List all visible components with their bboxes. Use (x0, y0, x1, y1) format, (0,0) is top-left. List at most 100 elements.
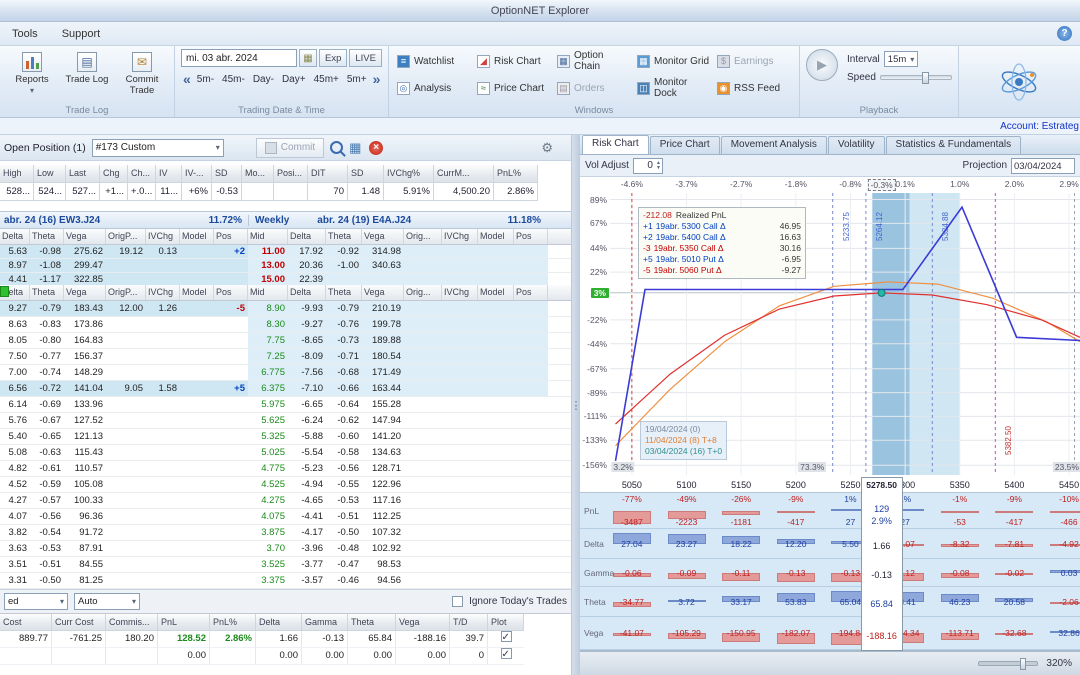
option-row[interactable]: 4.52 -0.59 105.08 4.525 -4.94 -0.55 122.… (0, 477, 571, 493)
analysis-toggle[interactable]: ◎ Analysis (395, 76, 473, 100)
column-header[interactable]: Model (478, 229, 514, 244)
trade-log-button[interactable]: ▤ Trade Log (61, 49, 113, 88)
close-position-icon[interactable]: × (369, 140, 384, 155)
tab-volatility[interactable]: Volatility (827, 136, 885, 154)
option-row[interactable]: 6.56 -0.72 141.04 9.05 1.58 +5 6.375 -7.… (0, 381, 571, 397)
layout-grid-icon[interactable]: ▦ (349, 140, 363, 155)
position-selector[interactable]: #173 Custom ▾ (91, 138, 224, 157)
column-header[interactable]: Delta (0, 229, 30, 244)
monitor-grid-toggle[interactable]: ▦ Monitor Grid (635, 49, 713, 73)
ignore-todays-trades-checkbox[interactable] (452, 596, 464, 607)
column-header[interactable]: Mid (248, 285, 288, 300)
column-header[interactable]: Orig... (404, 229, 442, 244)
option-row[interactable]: 3.82 -0.54 91.72 3.875 -4.17 -0.50 107.3… (0, 525, 571, 541)
column-header[interactable]: Pos (214, 229, 248, 244)
zoom-slider[interactable] (978, 658, 1039, 670)
column-header[interactable]: IVChg (146, 285, 180, 300)
spinner-arrows-icon[interactable]: ▲ ▼ (655, 160, 662, 171)
column-header[interactable]: Delta (288, 229, 326, 244)
column-header[interactable]: Delta (288, 285, 326, 300)
option-row[interactable]: 5.08 -0.63 115.43 5.025 -5.54 -0.58 134.… (0, 445, 571, 461)
search-icon[interactable] (330, 141, 344, 154)
live-button[interactable]: LIVE (349, 49, 382, 67)
column-header[interactable]: Vega (64, 285, 106, 300)
interval-select[interactable]: 15m ▾ (883, 51, 919, 67)
time-nav-button[interactable]: Day+ (282, 74, 306, 85)
column-header[interactable]: IVChg (442, 229, 478, 244)
gear-icon[interactable]: ⚙ (541, 140, 553, 156)
price-chart-toggle[interactable]: ≈ Price Chart (475, 76, 553, 100)
menu-tools[interactable]: Tools (8, 26, 42, 42)
column-header[interactable]: Theta (326, 229, 362, 244)
view-mode-select[interactable]: ed ▾ (4, 593, 68, 610)
time-nav-button[interactable]: 5m+ (347, 74, 367, 85)
time-nav-button[interactable]: 45m- (222, 74, 245, 85)
speed-slider-thumb[interactable] (921, 72, 929, 84)
column-header[interactable]: Vega (64, 229, 106, 244)
option-row[interactable]: 5.40 -0.65 121.13 5.325 -5.88 -0.60 141.… (0, 429, 571, 445)
option-row[interactable]: 3.31 -0.50 81.25 3.375 -3.57 -0.46 94.56 (0, 573, 571, 589)
time-nav-button[interactable]: 5m- (197, 74, 214, 85)
tab-risk-chart[interactable]: Risk Chart (582, 135, 649, 154)
option-row[interactable]: 4.41 -1.17 322.85 15.00 22.39 (0, 273, 571, 285)
speed-slider[interactable] (879, 72, 952, 84)
column-header[interactable]: Vega (362, 229, 404, 244)
option-row[interactable]: 8.97 -1.08 299.47 13.00 20.36 -1.00 340.… (0, 259, 571, 273)
option-row[interactable]: 4.07 -0.56 96.36 4.075 -4.41 -0.51 112.2… (0, 509, 571, 525)
pricing-mode-select[interactable]: Auto ▾ (74, 593, 140, 610)
menu-support[interactable]: Support (58, 26, 105, 42)
reports-button[interactable]: Reports ▾ (6, 49, 58, 99)
column-header[interactable]: Pos (214, 285, 248, 300)
nav-forward-icon[interactable]: » (373, 71, 381, 87)
column-header[interactable]: Vega (362, 285, 404, 300)
column-header[interactable]: IVChg (442, 285, 478, 300)
plot-checkbox[interactable] (500, 648, 512, 663)
column-header[interactable]: Pos (514, 285, 548, 300)
option-chain-toggle[interactable]: ▦ Option Chain (555, 49, 633, 73)
tab-movement-analysis[interactable]: Movement Analysis (720, 136, 827, 154)
option-row[interactable]: 5.63 -0.98 275.62 19.12 0.13 +2 11.00 17… (0, 245, 571, 259)
zoom-slider-thumb[interactable] (1020, 658, 1027, 670)
column-header[interactable]: Model (478, 285, 514, 300)
column-header[interactable]: Model (180, 229, 214, 244)
expiry-right[interactable]: Weekly abr. 24 (19) E4A.J24 11.18% (248, 214, 571, 226)
time-nav-button[interactable]: 45m+ (314, 74, 339, 85)
column-header[interactable]: Theta (326, 285, 362, 300)
option-row[interactable]: 8.63 -0.83 173.86 8.30 -9.27 -0.76 199.7… (0, 317, 571, 333)
option-row[interactable]: 5.76 -0.67 127.52 5.625 -6.24 -0.62 147.… (0, 413, 571, 429)
option-row[interactable]: 8.05 -0.80 164.83 7.75 -8.65 -0.73 189.8… (0, 333, 571, 349)
option-row[interactable]: 7.00 -0.74 148.29 6.775 -7.56 -0.68 171.… (0, 365, 571, 381)
play-button[interactable]: ▶ (805, 49, 838, 81)
rss-feed-toggle[interactable]: ◉ RSS Feed (715, 76, 793, 100)
column-header[interactable]: Pos (514, 229, 548, 244)
option-row[interactable]: 4.82 -0.61 110.57 4.775 -5.23 -0.56 128.… (0, 461, 571, 477)
expiry-left[interactable]: abr. 24 (16) EW3.J24 11.72% (0, 215, 248, 226)
monitor-dock-toggle[interactable]: ◫ Monitor Dock (635, 76, 713, 100)
commit-button[interactable]: Commit (255, 137, 325, 158)
tab-statistics-fundamentals[interactable]: Statistics & Fundamentals (885, 136, 1022, 154)
option-row[interactable]: 9.27 -0.79 183.43 12.00 1.26 -5 8.90 -9.… (0, 301, 571, 317)
column-header[interactable]: Theta (30, 229, 64, 244)
projection-date-input[interactable]: 03/04/2024 (1011, 157, 1075, 174)
column-header[interactable]: IVChg (146, 229, 180, 244)
option-row[interactable]: 4.27 -0.57 100.33 4.275 -4.65 -0.53 117.… (0, 493, 571, 509)
trading-date-input[interactable]: mi. 03 abr. 2024 (181, 49, 297, 67)
nav-back-icon[interactable]: « (183, 71, 191, 87)
column-header[interactable]: Model (180, 285, 214, 300)
time-nav-button[interactable]: Day- (253, 74, 274, 85)
risk-chart[interactable]: -4.6% -3.7% -2.7% -1.8% -0.8% -0.3% 0.1% 1.0% 2.… (580, 177, 1080, 493)
column-header[interactable]: OrigP... (106, 229, 146, 244)
option-row[interactable]: 3.63 -0.53 87.91 3.70 -3.96 -0.48 102.92 (0, 541, 571, 557)
column-header[interactable]: OrigP... (106, 285, 146, 300)
exp-button[interactable]: Exp (319, 49, 348, 67)
tab-price-chart[interactable]: Price Chart (649, 136, 720, 154)
calendar-icon[interactable]: ▦ (299, 49, 317, 67)
column-header[interactable]: Mid (248, 229, 288, 244)
option-row[interactable]: 3.51 -0.51 84.55 3.525 -3.77 -0.47 98.53 (0, 557, 571, 573)
watchlist-toggle[interactable]: ≡ Watchlist (395, 49, 473, 73)
risk-chart-toggle[interactable]: ◢ Risk Chart (475, 49, 553, 73)
option-row[interactable]: 6.14 -0.69 133.96 5.975 -6.65 -0.64 155.… (0, 397, 571, 413)
column-header[interactable]: Theta (30, 285, 64, 300)
vol-adjust-spinner[interactable]: 0 ▲ ▼ (632, 157, 663, 174)
option-row[interactable]: 7.50 -0.77 156.37 7.25 -8.09 -0.71 180.5… (0, 349, 571, 365)
